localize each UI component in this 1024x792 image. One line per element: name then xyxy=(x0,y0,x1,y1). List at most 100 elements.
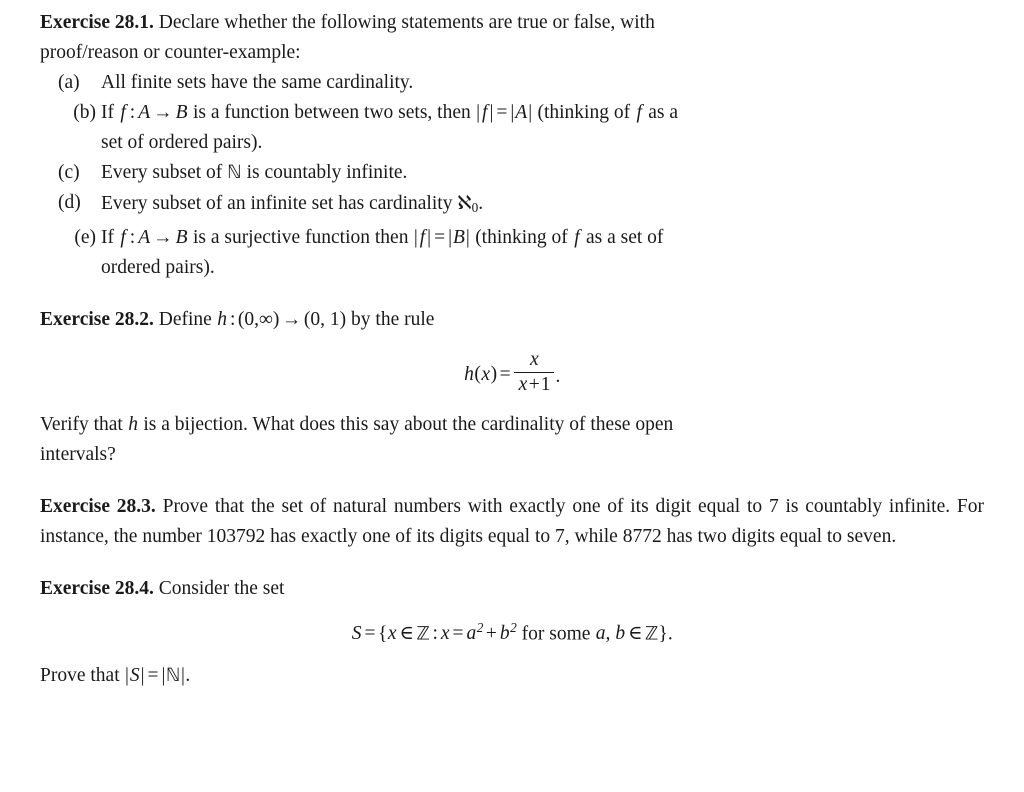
text-fragment: is xyxy=(143,413,157,435)
math-var-f: f xyxy=(636,102,642,123)
math-var-h: h xyxy=(217,308,227,330)
text-fragment-line2: intervals? xyxy=(40,443,116,465)
text-fragment: If xyxy=(101,102,114,123)
exercise-28-2: Exercise 28.2. Define h: (0,∞) → (0, 1) by … xyxy=(40,305,984,470)
math-equals: = xyxy=(147,665,159,687)
text-fragment: Define xyxy=(158,308,212,330)
intro-word: Declare xyxy=(158,12,220,33)
exercise-28-4-heading: Exercise 28.4. xyxy=(40,577,154,599)
text-fragment: Every subset of xyxy=(101,162,223,183)
intro-line-2: proof/reason or counter-example: xyxy=(40,42,301,63)
text-fragment: this xyxy=(340,413,369,435)
math-var-x: x xyxy=(387,622,397,644)
interval-codomain: (0, 1) xyxy=(303,308,347,330)
document-page: Exercise 28.1. Declare whether the follo… xyxy=(0,0,1024,792)
text-fragment: What xyxy=(252,413,295,435)
math-colon: : xyxy=(129,226,136,248)
intro-word: the xyxy=(291,12,316,33)
math-set-S: S xyxy=(129,665,140,687)
blackboard-N: ℕ xyxy=(165,665,181,687)
text-fragment: is countably infinite. xyxy=(246,162,408,183)
exercise-28-1-heading: Exercise 28.1. xyxy=(40,12,154,33)
arrow-icon: → xyxy=(153,226,173,248)
text-fragment-line2: ordered pairs). xyxy=(101,256,215,278)
text-fragment: about xyxy=(404,413,448,435)
text-fragment: does xyxy=(299,413,336,435)
text-fragment: by the rule xyxy=(351,308,435,330)
exercise-28-4-intro: Exercise 28.4. Consider the set xyxy=(40,574,984,604)
math-var-f: f xyxy=(419,226,426,248)
exercise-28-1: Exercise 28.1. Declare whether the follo… xyxy=(40,8,984,283)
text-fragment: open xyxy=(635,413,674,435)
math-var-b: b xyxy=(615,622,626,644)
math-var-f: f xyxy=(574,226,580,248)
interval-open: (0, xyxy=(237,308,260,330)
math-var-x: x xyxy=(440,622,450,644)
exercise-28-3-text: Exercise 28.3. Prove that the set of nat… xyxy=(40,492,984,552)
arrow-icon: → xyxy=(153,102,173,123)
text-fragment: of xyxy=(569,413,586,435)
math-func-h: h xyxy=(464,363,474,385)
math-var-a: a xyxy=(466,622,477,644)
math-var-a: a, xyxy=(595,622,611,644)
exercise-28-4: Exercise 28.4. Consider the set S = {x ∈ ℤ: x… xyxy=(40,574,984,692)
list-marker-d: (d) xyxy=(58,192,81,213)
list-marker-a: (a) xyxy=(58,72,80,93)
math-equals: = xyxy=(364,622,376,644)
math-set-S: S xyxy=(351,622,362,644)
text-fragment: is a surjective function then xyxy=(192,226,409,248)
display-equation-S: S = {x ∈ ℤ: x = a2 + b2 for some a, b ∈ ℤ}. xyxy=(40,620,984,646)
math-equals: = xyxy=(499,363,511,385)
math-var-B: B xyxy=(175,226,188,248)
list-item-a: (a) All finite sets have the same cardin… xyxy=(58,68,984,98)
text-fragment: say xyxy=(373,413,400,435)
list-item-e: (e) If f: A → B is a surjective function th… xyxy=(58,223,984,283)
intro-word: with xyxy=(620,12,655,33)
exercise-28-2-heading: Exercise 28.2. xyxy=(40,308,154,330)
math-equals: = xyxy=(434,226,446,248)
text-fragment: (thinking of xyxy=(537,102,631,123)
text-fragment: Every subset of an infinite set has card… xyxy=(101,193,453,214)
math-var-x: x xyxy=(518,373,528,395)
math-number-1: 1 xyxy=(540,373,551,395)
math-var-B: B xyxy=(175,102,188,123)
list-item-c-text: Every subset of ℕ is countably infinite. xyxy=(101,162,407,183)
paren-left: ( xyxy=(474,363,481,385)
math-colon: : xyxy=(229,308,236,330)
display-equation-h: h(x) = x x+1. xyxy=(40,349,984,396)
exponent-2: 2 xyxy=(510,619,517,635)
abs-bar: | xyxy=(427,226,432,248)
list-marker-e: (e) xyxy=(74,226,96,248)
text-fragment: these xyxy=(590,413,631,435)
intro-word: whether xyxy=(224,12,288,33)
period: . xyxy=(667,622,673,644)
list-item-b-text: If f: A → B is a function between two sets,… xyxy=(101,102,678,153)
brace-left: { xyxy=(377,622,388,644)
period: . xyxy=(555,365,561,387)
list-marker-b: (b) xyxy=(73,102,96,123)
fraction: x x+1 xyxy=(513,349,555,396)
list-item-c: (c) Every subset of ℕ is countably infin… xyxy=(58,158,984,188)
text-fragment: the xyxy=(452,413,477,435)
list-item-d: (d) Every subset of an infinite set has … xyxy=(58,188,984,223)
aleph-icon: ℵ xyxy=(457,191,472,214)
intro-word: following xyxy=(320,12,397,33)
exercise-28-1-intro: Exercise 28.1. Declare whether the follo… xyxy=(40,8,984,68)
abs-bar: | xyxy=(465,226,470,248)
math-plus: + xyxy=(528,373,540,395)
element-of-icon: ∈ xyxy=(628,622,643,644)
intro-word: false, xyxy=(573,12,616,33)
abs-bar: | xyxy=(476,102,481,123)
infinity-icon: ∞ xyxy=(259,308,273,330)
exercise-28-1-list: (a) All finite sets have the same cardin… xyxy=(40,68,984,283)
intro-word: statements xyxy=(401,12,484,33)
math-colon: : xyxy=(129,102,136,123)
brace-right: } xyxy=(658,622,668,644)
arrow-icon: → xyxy=(281,308,302,330)
abs-bar: | xyxy=(528,102,533,123)
exercise-28-2-outro: Verify that h is a bijection. What does … xyxy=(40,410,984,470)
math-var-B: B xyxy=(452,226,465,248)
text-fragment: (thinking of xyxy=(475,226,568,248)
element-of-icon: ∈ xyxy=(399,622,414,644)
math-var-A: A xyxy=(515,102,528,123)
